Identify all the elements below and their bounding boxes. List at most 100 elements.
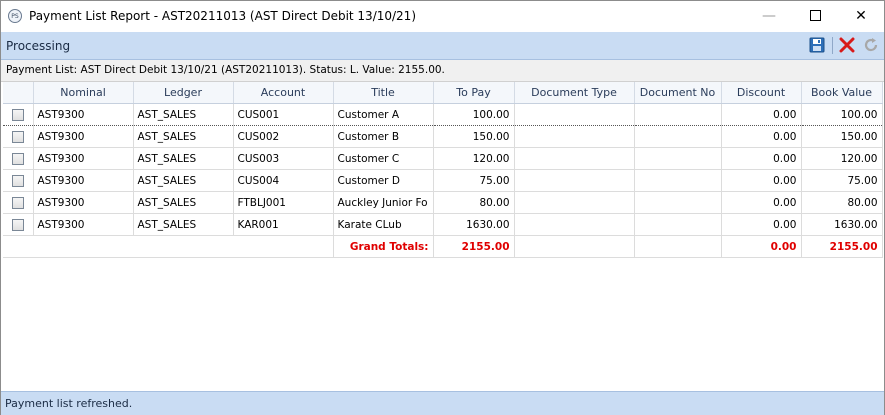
to-pay-cell: 75.00 [433,169,515,192]
row-checkbox-cell [3,191,34,214]
column-header-document-type[interactable]: Document Type [514,82,635,104]
payment-table: Nominal Ledger Account Title To Pay Docu… [3,82,883,258]
document-type-cell [514,147,635,170]
column-header-nominal[interactable]: Nominal [33,82,134,104]
grand-totals-row: Grand Totals: 2155.00 0.00 2155.00 [3,235,883,258]
column-header-book-value[interactable]: Book Value [801,82,883,104]
nominal-cell: AST9300 [33,125,134,148]
window-title: Payment List Report - AST20211013 (AST D… [29,9,416,23]
total-to-pay: 2155.00 [433,235,515,258]
title-cell: Customer A [333,103,434,126]
book-value-cell: 80.00 [801,191,883,214]
toolbar-separator [832,37,833,54]
row-checkbox[interactable] [11,196,24,209]
nominal-cell: AST9300 [33,103,134,126]
ledger-cell: AST_SALES [133,169,234,192]
totals-spacer [3,235,334,258]
document-type-cell [514,103,635,126]
delete-icon[interactable] [839,37,855,53]
nominal-cell: AST9300 [33,169,134,192]
column-header-title[interactable]: Title [333,82,434,104]
status-message: Payment list refreshed. [5,397,133,410]
document-type-cell [514,125,635,148]
column-header-discount[interactable]: Discount [721,82,802,104]
document-type-cell [514,191,635,214]
row-checkbox[interactable] [11,152,24,165]
document-no-cell [634,169,722,192]
row-checkbox-cell [3,147,34,170]
ledger-cell: AST_SALES [133,103,234,126]
book-value-cell: 100.00 [801,103,883,126]
to-pay-cell: 150.00 [433,125,515,148]
app-icon: PS [8,9,22,23]
nominal-cell: AST9300 [33,191,134,214]
document-type-cell [514,213,635,236]
row-checkbox-cell [3,125,34,148]
column-header-select[interactable] [3,82,34,104]
account-cell: CUS001 [233,103,334,126]
to-pay-cell: 120.00 [433,147,515,170]
discount-cell: 0.00 [721,125,802,148]
report-window: PS Payment List Report - AST20211013 (AS… [0,0,885,415]
table-row[interactable]: AST9300 AST_SALES CUS001 Customer A 100.… [3,103,883,126]
column-header-account[interactable]: Account [233,82,334,104]
totals-document-no [634,235,722,258]
book-value-cell: 150.00 [801,125,883,148]
column-header-document-no[interactable]: Document No [634,82,722,104]
title-bar: PS Payment List Report - AST20211013 (AS… [1,1,884,31]
total-book-value: 2155.00 [801,235,883,258]
table-row[interactable]: AST9300 AST_SALES CUS004 Customer D 75.0… [3,169,883,192]
account-cell: CUS003 [233,147,334,170]
row-checkbox[interactable] [11,218,24,231]
table-row[interactable]: AST9300 AST_SALES CUS003 Customer C 120.… [3,147,883,170]
maximize-button[interactable] [792,1,838,31]
maximize-icon [809,9,821,21]
account-cell: KAR001 [233,213,334,236]
row-checkbox[interactable] [11,108,24,121]
toolbar: Processing [1,32,884,60]
account-cell: CUS004 [233,169,334,192]
document-no-cell [634,191,722,214]
discount-cell: 0.00 [721,147,802,170]
close-button[interactable]: ✕ [838,1,884,31]
title-cell: Auckley Junior Fo [333,191,434,214]
discount-cell: 0.00 [721,103,802,126]
ledger-cell: AST_SALES [133,213,234,236]
title-cell: Customer D [333,169,434,192]
grand-totals-label: Grand Totals: [333,235,434,258]
table-row[interactable]: AST9300 AST_SALES KAR001 Karate CLub 163… [3,213,883,236]
document-type-cell [514,169,635,192]
row-checkbox[interactable] [11,130,24,143]
row-checkbox-cell [3,213,34,236]
nominal-cell: AST9300 [33,213,134,236]
document-no-cell [634,147,722,170]
to-pay-cell: 1630.00 [433,213,515,236]
table-row[interactable]: AST9300 AST_SALES CUS002 Customer B 150.… [3,125,883,148]
row-checkbox-cell [3,103,34,126]
book-value-cell: 1630.00 [801,213,883,236]
header-row: Nominal Ledger Account Title To Pay Docu… [3,82,883,104]
column-header-ledger[interactable]: Ledger [133,82,234,104]
to-pay-cell: 100.00 [433,103,515,126]
row-checkbox[interactable] [11,174,24,187]
totals-document-type [514,235,635,258]
info-bar: Payment List: AST Direct Debit 13/10/21 … [1,60,884,82]
minimize-button[interactable]: — [746,1,792,31]
book-value-cell: 120.00 [801,147,883,170]
save-icon[interactable] [809,37,825,53]
refresh-icon[interactable] [863,37,879,53]
discount-cell: 0.00 [721,191,802,214]
ledger-cell: AST_SALES [133,147,234,170]
account-cell: CUS002 [233,125,334,148]
ledger-cell: AST_SALES [133,125,234,148]
column-header-to-pay[interactable]: To Pay [433,82,515,104]
to-pay-cell: 80.00 [433,191,515,214]
discount-cell: 0.00 [721,213,802,236]
row-checkbox-cell [3,169,34,192]
document-no-cell [634,103,722,126]
table-row[interactable]: AST9300 AST_SALES FTBLJ001 Auckley Junio… [3,191,883,214]
account-cell: FTBLJ001 [233,191,334,214]
toolbar-label: Processing [6,39,71,53]
ledger-cell: AST_SALES [133,191,234,214]
document-no-cell [634,125,722,148]
